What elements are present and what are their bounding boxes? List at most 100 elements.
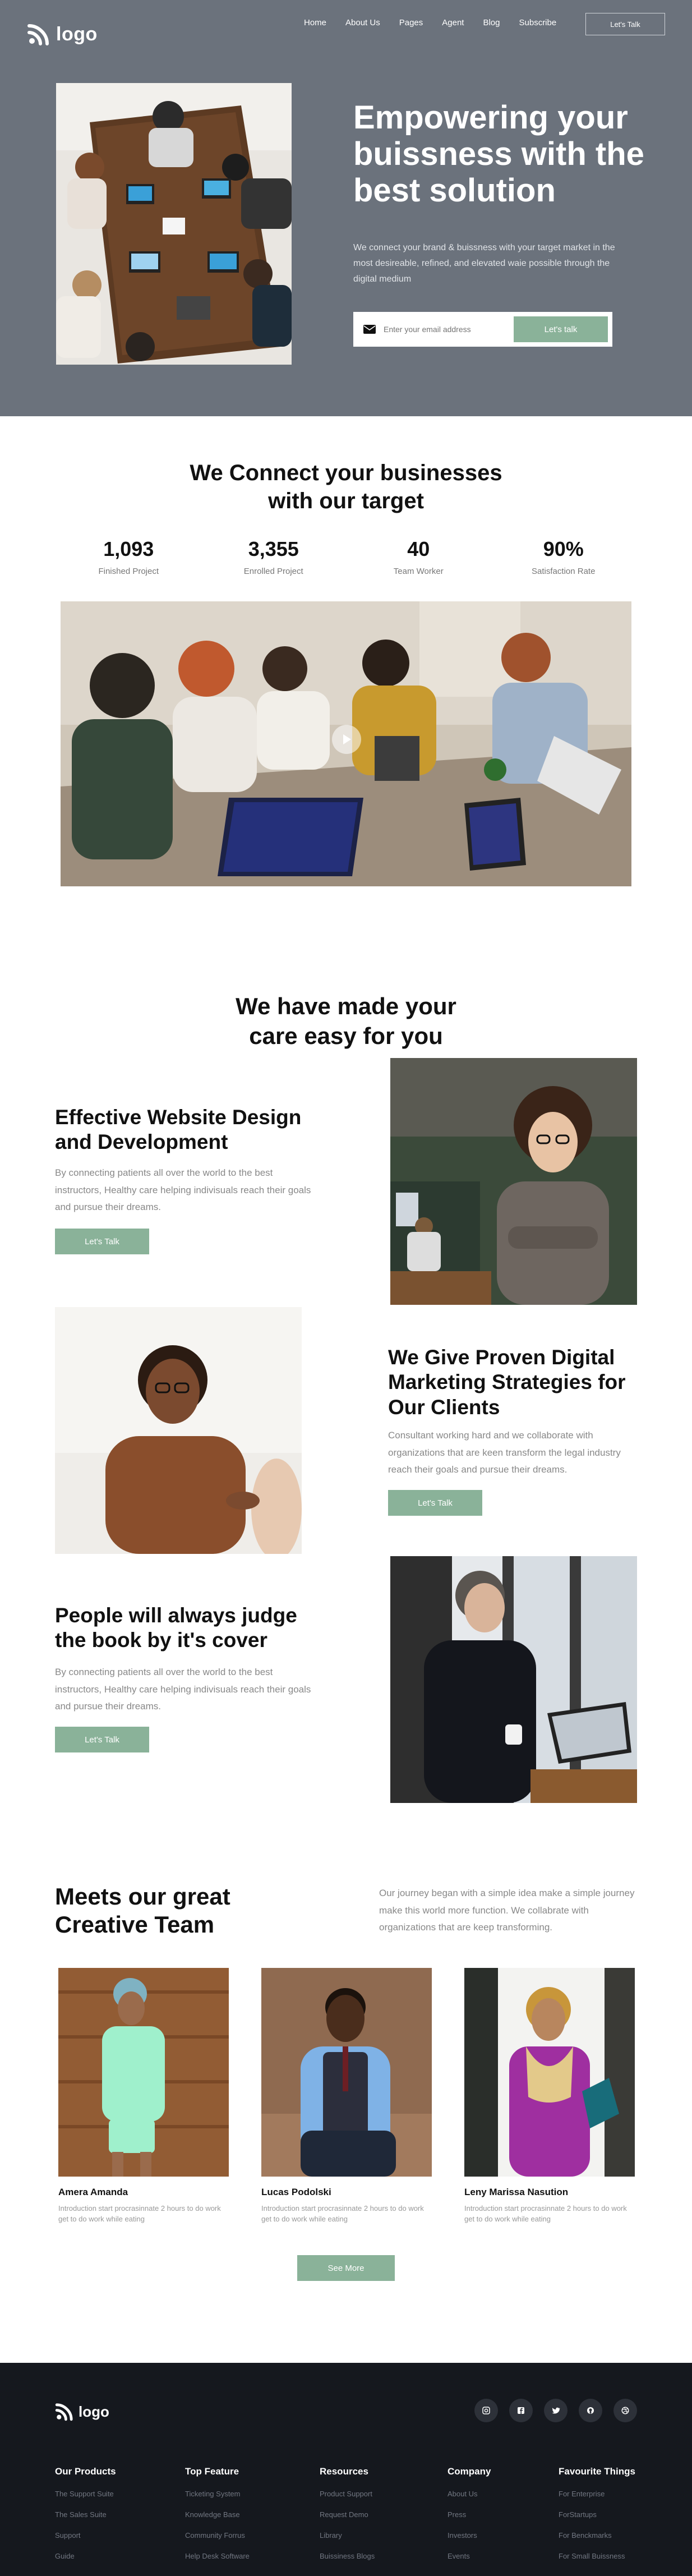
footer-link[interactable]: For Enterprise	[559, 2490, 635, 2498]
footer-column-head: Favourite Things	[559, 2466, 635, 2477]
stat-finished-project: 1,093 Finished Project	[56, 537, 201, 576]
footer-link[interactable]: Help Desk Software	[185, 2552, 250, 2560]
email-signup-form: Let's talk	[353, 312, 612, 347]
footer-link[interactable]: Events	[448, 2552, 491, 2560]
footer-link[interactable]: Library	[320, 2531, 375, 2540]
feature-title-digital-marketing: We Give Proven Digital Marketing Strateg…	[388, 1346, 626, 1419]
footer-logo-wifi-icon	[55, 2403, 73, 2421]
footer-link[interactable]: Product Support	[320, 2490, 375, 2498]
team-intro: Our journey began with a simple idea mak…	[379, 1888, 635, 1933]
footer-link[interactable]: Press	[448, 2510, 491, 2519]
footer-column-top-feature: Top Feature Ticketing System Knowledge B…	[185, 2466, 250, 2573]
footer-logo[interactable]: logo	[55, 2402, 109, 2421]
stat-satisfaction-rate: 90% Satisfaction Rate	[491, 537, 636, 576]
member-name: Leny Marissa Nasution	[464, 2187, 569, 2197]
stats-row: 1,093 Finished Project 3,355 Enrolled Pr…	[56, 537, 636, 576]
connect-title-line2: with our target	[268, 489, 424, 513]
footer-link[interactable]: Support	[55, 2531, 116, 2540]
stat-value: 90%	[543, 537, 584, 560]
nav-home[interactable]: Home	[304, 18, 326, 27]
hero-subtitle: We connect your brand & buissness with y…	[353, 243, 615, 284]
stat-value: 3,355	[248, 537, 299, 560]
footer-column-resources: Resources Product Support Request Demo L…	[320, 2466, 375, 2573]
footer-column-head: Company	[448, 2466, 491, 2477]
stat-enrolled-project: 3,355 Enrolled Project	[201, 537, 347, 576]
footer-column-company: Company About Us Press Investors Events	[448, 2466, 491, 2573]
member-description: Introduction start procrasinnate 2 hours…	[261, 2204, 424, 2223]
see-more-button[interactable]: See More	[297, 2255, 395, 2281]
footer-link[interactable]: About Us	[448, 2490, 491, 2498]
footer-link[interactable]: Request Demo	[320, 2510, 375, 2519]
feature-text-book-cover: By connecting patients all over the worl…	[55, 1667, 311, 1712]
feature-title-web-design: Effective Website Design and Development	[55, 1106, 302, 1154]
feature-text-digital-marketing: Consultant working hard and we collabora…	[388, 1430, 621, 1475]
email-input[interactable]	[384, 325, 514, 334]
footer-link[interactable]: Ticketing System	[185, 2490, 250, 2498]
team-video-thumbnail[interactable]	[61, 601, 631, 886]
hero-team-meeting-image	[56, 83, 292, 365]
landing-page: logo Home About Us Pages Agent Blog Subs…	[0, 0, 692, 2576]
nav-subscribe[interactable]: Subscribe	[519, 18, 557, 27]
footer-link[interactable]: Investors	[448, 2531, 491, 2540]
member-name: Amera Amanda	[58, 2187, 128, 2197]
hero-section: logo Home About Us Pages Agent Blog Subs…	[0, 0, 692, 416]
feature-lets-talk-button-2[interactable]: Let's Talk	[388, 1490, 482, 1516]
footer-link[interactable]: The Support Suite	[55, 2490, 116, 2498]
feature-image-man-laptop	[390, 1556, 637, 1803]
top-nav: logo Home About Us Pages Agent Blog Subs…	[0, 0, 692, 47]
hero-lets-talk-button[interactable]: Let's talk	[514, 316, 608, 342]
footer-column-head: Our Products	[55, 2466, 116, 2477]
footer-column-our-products: Our Products The Support Suite The Sales…	[55, 2466, 116, 2573]
footer-link[interactable]: Buissiness Blogs	[320, 2552, 375, 2560]
stat-label: Team Worker	[393, 567, 444, 576]
facebook-icon[interactable]	[509, 2399, 533, 2422]
connect-title-line1: We Connect your businesses	[190, 461, 502, 485]
stat-value: 40	[407, 537, 430, 560]
instagram-icon[interactable]	[474, 2399, 498, 2422]
mail-icon	[363, 325, 376, 334]
nav-about-us[interactable]: About Us	[345, 18, 380, 27]
footer-link[interactable]: The Sales Suite	[55, 2510, 116, 2519]
member-description: Introduction start procrasinnate 2 hours…	[58, 2204, 221, 2223]
play-button-icon[interactable]	[332, 725, 361, 754]
footer-link[interactable]: Guide	[55, 2552, 116, 2560]
feature-lets-talk-button-3[interactable]: Let's Talk	[55, 1727, 149, 1752]
nav-blog[interactable]: Blog	[483, 18, 500, 27]
care-title-line1: We have made your	[236, 993, 456, 1019]
main-menu: Home About Us Pages Agent Blog Subscribe	[304, 18, 575, 27]
github-icon[interactable]	[579, 2399, 602, 2422]
feature-image-woman-office	[390, 1058, 637, 1305]
team-member-card[interactable]: Lucas Podolski Introduction start procra…	[261, 1968, 432, 2225]
team-member-card[interactable]: Leny Marissa Nasution Introduction start…	[464, 1968, 635, 2225]
footer: logo Our Products The Support Suite The …	[0, 2363, 692, 2576]
footer-link[interactable]: ForStartups	[559, 2510, 635, 2519]
connect-title: We Connect your businesses with our targ…	[0, 459, 692, 515]
nav-agent[interactable]: Agent	[442, 18, 464, 27]
feature-lets-talk-button-1[interactable]: Let's Talk	[55, 1229, 149, 1254]
team-heading: Meets our great Creative Team	[55, 1883, 230, 1938]
hero-title: Empowering your buissness with the best …	[353, 99, 644, 209]
nav-pages[interactable]: Pages	[399, 18, 423, 27]
feature-text-web-design: By connecting patients all over the worl…	[55, 1167, 311, 1213]
feature-image-man-smiling	[55, 1307, 302, 1554]
brand-logo[interactable]: logo	[27, 22, 98, 46]
social-links	[474, 2399, 637, 2422]
footer-link[interactable]: For Small Buissness	[559, 2552, 635, 2560]
member-description: Introduction start procrasinnate 2 hours…	[464, 2204, 627, 2223]
care-title-line2: care easy for you	[249, 1022, 443, 1049]
footer-column-head: Resources	[320, 2466, 368, 2477]
footer-link[interactable]: Community Forrus	[185, 2531, 250, 2540]
stat-label: Enrolled Project	[243, 567, 303, 576]
footer-column-favourite-things: Favourite Things For Enterprise ForStart…	[559, 2466, 635, 2573]
stat-label: Finished Project	[98, 567, 159, 576]
stat-value: 1,093	[103, 537, 154, 560]
logo-text: logo	[56, 23, 98, 45]
team-member-card[interactable]: Amera Amanda Introduction start procrasi…	[58, 1968, 229, 2225]
footer-link[interactable]: For Benckmarks	[559, 2531, 635, 2540]
footer-column-head: Top Feature	[185, 2466, 239, 2477]
logo-wifi-icon	[27, 22, 50, 46]
footer-link[interactable]: Knowledge Base	[185, 2510, 250, 2519]
lets-talk-nav-button[interactable]: Let's Talk	[585, 13, 665, 35]
twitter-icon[interactable]	[544, 2399, 568, 2422]
dribbble-icon[interactable]	[613, 2399, 637, 2422]
